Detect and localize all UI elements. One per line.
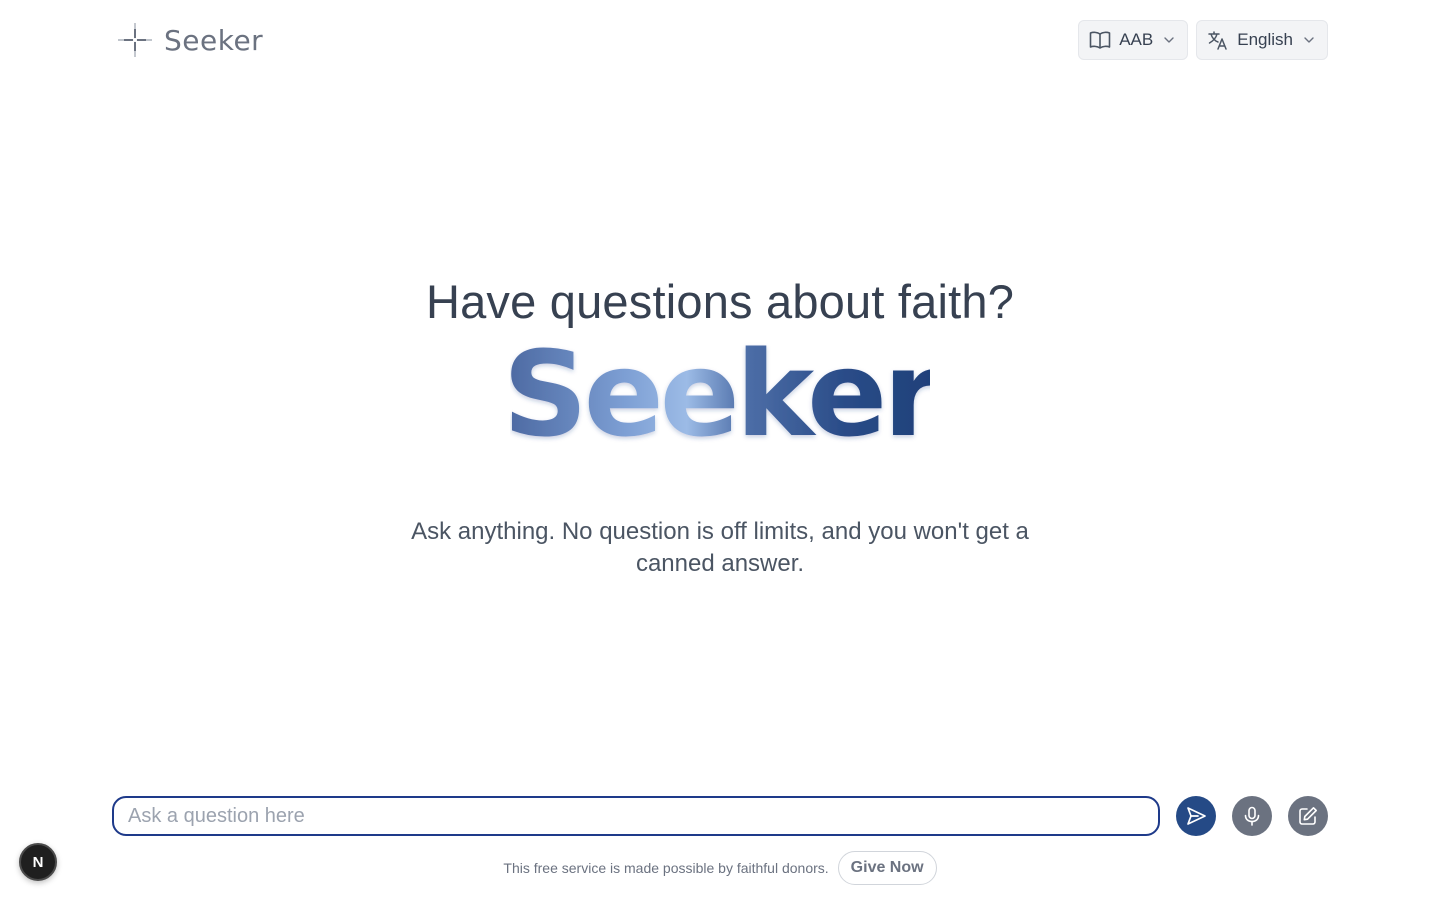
hero-subtitle: Ask anything. No question is off limits,… [411,518,1029,577]
translation-select-value: AAB [1119,30,1154,49]
hero-wordmark-wrap: Seeker [0,340,1440,452]
question-input[interactable] [112,796,1160,836]
send-button[interactable] [1176,796,1216,836]
hero-title: Have questions about faith? [425,275,1015,328]
header-controls: AAB English [1078,20,1328,60]
brand-name: Seeker [164,23,264,57]
hero: Have questions about faith? Seeker Ask a… [0,270,1440,580]
translation-select[interactable]: AAB [1078,20,1189,60]
microphone-icon [1244,806,1260,826]
microphone-button[interactable] [1232,796,1272,836]
brand[interactable]: Seeker [116,20,263,60]
page: Seeker AAB English Have questions about … [0,0,1440,900]
composer [112,795,1328,837]
dev-badge[interactable]: N [19,843,57,881]
language-select[interactable]: English [1196,20,1328,60]
give-now-button[interactable]: Give Now [837,851,937,885]
hero-wordmark: Seeker [510,340,930,452]
language-select-value: English [1237,30,1293,49]
send-icon [1187,807,1206,825]
hero-wordmark-text: Seeker [510,340,930,452]
pencil-square-icon [1299,807,1317,825]
translate-icon [1208,31,1227,50]
book-icon [1089,31,1111,49]
new-chat-button[interactable] [1288,796,1328,836]
sparkle-icon [118,23,152,57]
footer: This free service is made possible by fa… [0,850,1440,886]
donor-note: This free service is made possible by fa… [503,860,829,876]
chevron-down-icon [1164,37,1174,43]
chevron-down-icon [1304,37,1314,43]
header: Seeker AAB English [0,0,1440,80]
